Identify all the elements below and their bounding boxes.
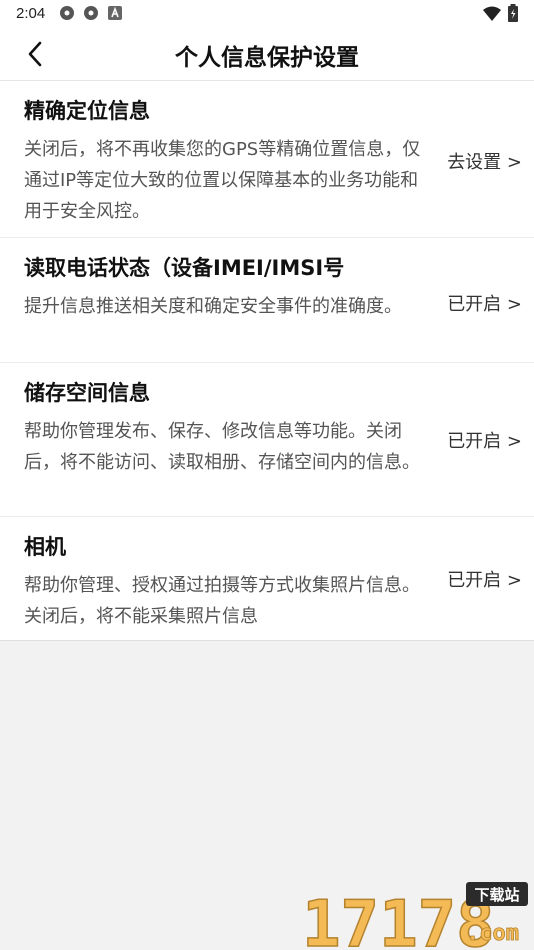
permission-description: 帮助你管理发布、保存、修改信息等功能。关闭后，将不能访问、读取相册、存储空间内的… xyxy=(24,421,420,473)
permission-item-phone-state[interactable]: 读取电话状态（设备IMEI/IMSI号 提升信息推送相关度和确定安全事件的准确度… xyxy=(0,238,534,363)
permission-item-camera[interactable]: 相机 帮助你管理、授权通过拍摄等方式收集照片信息。关闭后，将不能采集照片信息 已… xyxy=(0,517,534,641)
permission-action-button[interactable]: 已开启 > xyxy=(447,427,522,453)
permission-action-button[interactable]: 已开启 > xyxy=(447,566,522,592)
status-time: 2:04 xyxy=(16,5,46,22)
app-notification-icon xyxy=(60,6,74,20)
permission-item-storage[interactable]: 储存空间信息 帮助你管理发布、保存、修改信息等功能。关闭后，将不能访问、读取相册… xyxy=(0,363,534,517)
permission-title: 相机 xyxy=(24,535,66,559)
page-title: 个人信息保护设置 xyxy=(175,45,359,71)
battery-icon xyxy=(508,4,518,22)
permission-title: 储存空间信息 xyxy=(24,381,150,405)
permission-action-button[interactable]: 去设置 > xyxy=(447,148,522,174)
permission-item-location[interactable]: 精确定位信息 关闭后，将不再收集您的GPS等精确位置信息，仅通过IP等定位大致的… xyxy=(0,81,534,238)
watermark-tag: 下载站 xyxy=(474,886,519,904)
permission-description: 关闭后，将不再收集您的GPS等精确位置信息，仅通过IP等定位大致的位置以保障基本… xyxy=(24,139,421,222)
watermark-logo: 17178 下载站 .com xyxy=(302,882,528,950)
app-notification-icon-2 xyxy=(84,6,98,20)
wifi-icon xyxy=(483,6,501,21)
permission-list: 精确定位信息 关闭后，将不再收集您的GPS等精确位置信息，仅通过IP等定位大致的… xyxy=(0,81,534,641)
permission-description: 提升信息推送相关度和确定安全事件的准确度。 xyxy=(24,296,402,317)
permission-action-button[interactable]: 已开启 > xyxy=(447,290,522,316)
permission-description: 帮助你管理、授权通过拍摄等方式收集照片信息。关闭后，将不能采集照片信息 xyxy=(24,575,420,627)
permission-title: 读取电话状态（设备IMEI/IMSI号 xyxy=(24,256,345,280)
watermark-suffix: .com xyxy=(466,921,519,946)
status-bar: 2:04 xyxy=(0,0,534,28)
header-bar: 个人信息保护设置 xyxy=(0,28,534,81)
app-a-icon xyxy=(108,6,122,20)
permission-title: 精确定位信息 xyxy=(24,99,150,123)
